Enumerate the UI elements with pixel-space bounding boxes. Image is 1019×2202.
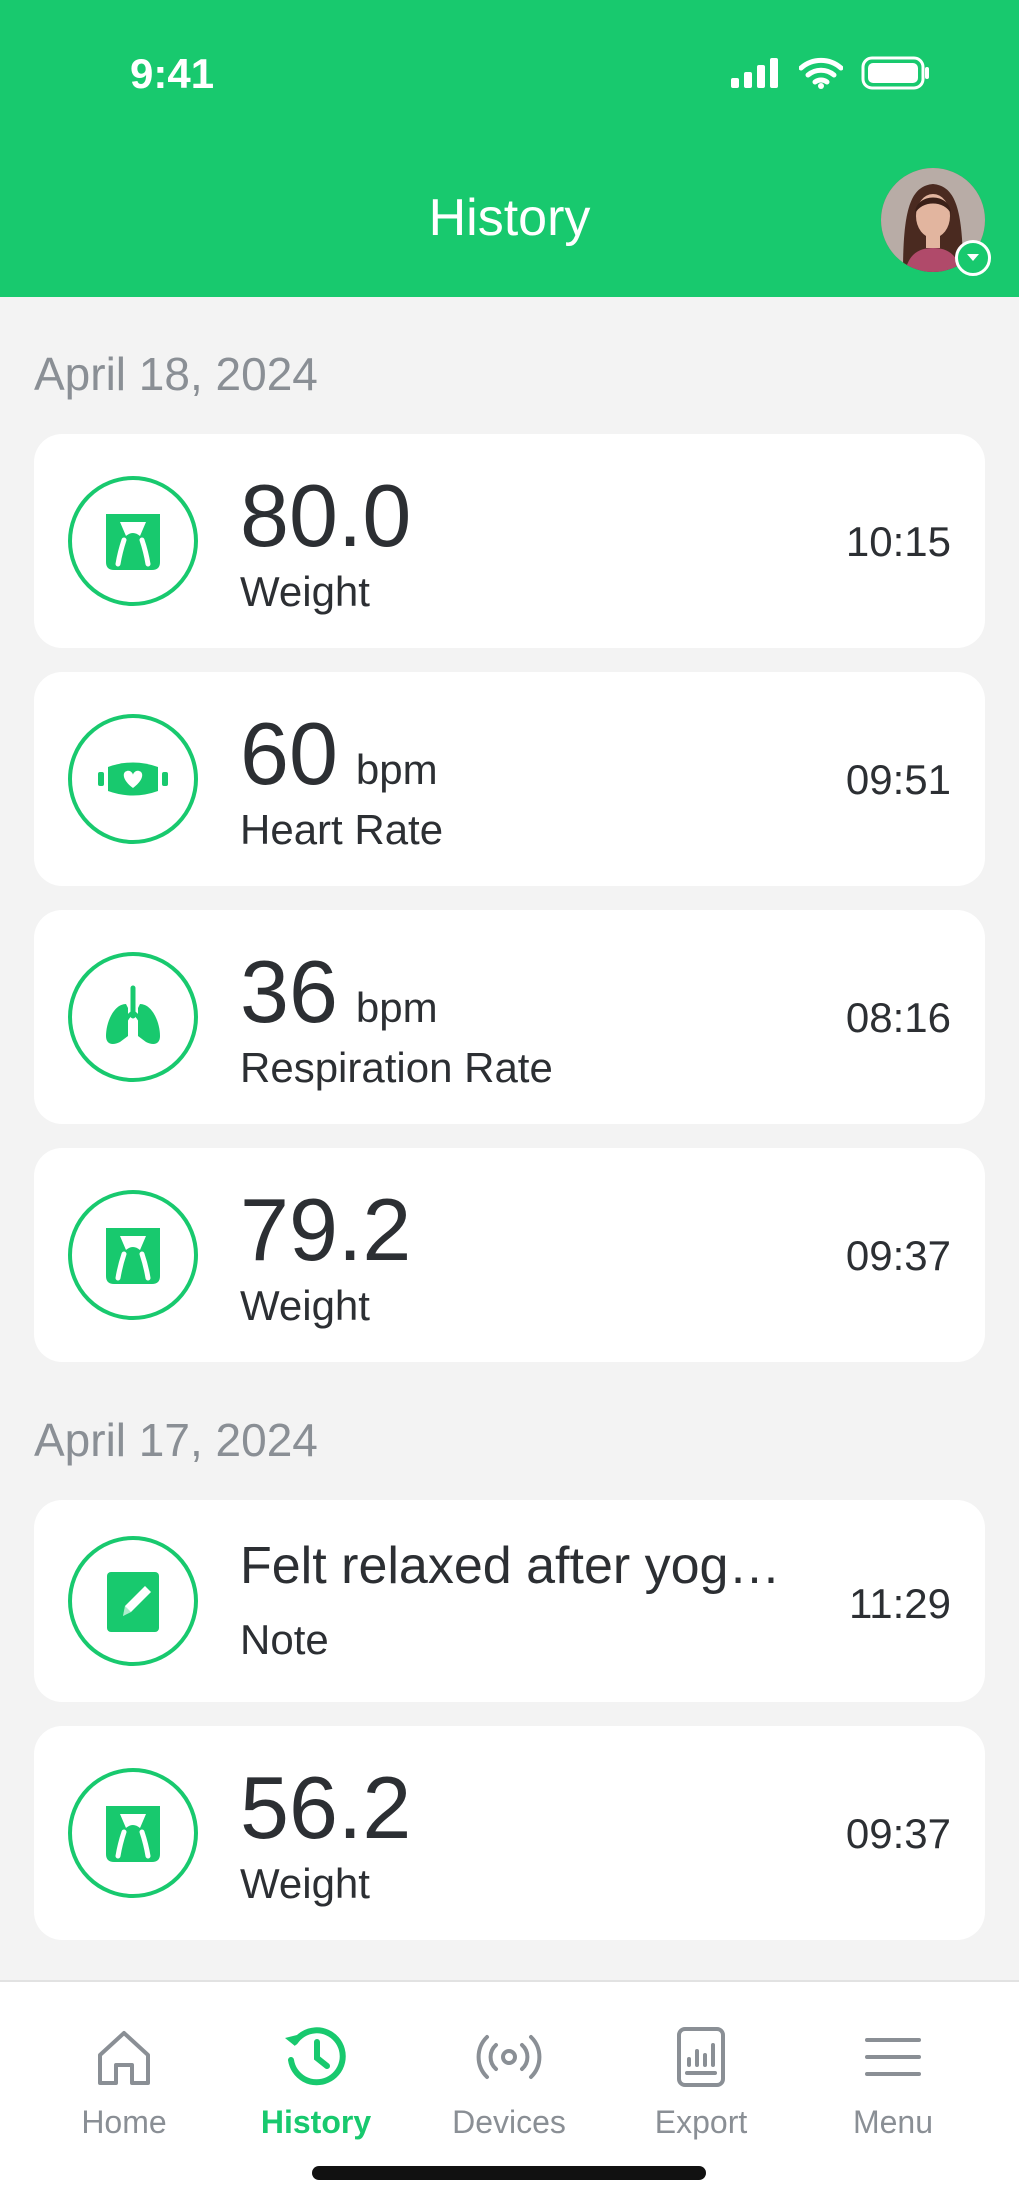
entry-label: Weight <box>240 568 370 615</box>
history-entry[interactable]: 79.2 Weight 09:37 <box>34 1148 985 1362</box>
entry-time: 11:29 <box>849 1580 951 1627</box>
chevron-down-icon <box>955 240 991 276</box>
home-indicator <box>312 2166 706 2180</box>
history-entry[interactable]: 56.2 Weight 09:37 <box>34 1726 985 1940</box>
signal-icon <box>731 58 778 88</box>
history-entry[interactable]: 36 bpm Respiration Rate 08:16 <box>34 910 985 1124</box>
history-entry[interactable]: Felt relaxed after yog… Note 11:29 <box>34 1500 985 1702</box>
entry-label: Heart Rate <box>240 806 444 853</box>
tab-label: Home <box>81 2104 167 2140</box>
status-icons <box>731 56 931 90</box>
entry-time: 09:37 <box>845 1810 951 1857</box>
entry-label: Weight <box>240 1282 370 1329</box>
entry-value: 36 bpm <box>240 942 438 1041</box>
entry-value: 60 bpm <box>240 704 438 803</box>
wifi-icon <box>799 57 843 89</box>
status-time: 9:41 <box>130 50 215 97</box>
tab-history[interactable]: History <box>226 2022 406 2141</box>
scale-icon <box>68 1768 198 1898</box>
tab-label: Devices <box>452 2104 566 2140</box>
entry-label: Note <box>240 1616 329 1663</box>
app-header: 9:41 History <box>0 0 1019 297</box>
tab-export[interactable]: Export <box>611 2022 791 2141</box>
avatar[interactable] <box>881 168 991 276</box>
tab-label: Export <box>654 2104 748 2140</box>
section-date: April 18, 2024 <box>34 348 318 400</box>
note-icon <box>68 1536 198 1666</box>
history-entry[interactable]: 60 bpm Heart Rate 09:51 <box>34 672 985 886</box>
entry-value: 79.2 <box>240 1180 412 1279</box>
history-icon <box>226 2022 406 2092</box>
entry-time: 08:16 <box>845 994 951 1041</box>
entry-time: 09:37 <box>845 1232 951 1279</box>
scale-icon <box>68 1190 198 1320</box>
entry-value: 80.0 <box>240 466 412 565</box>
tab-home[interactable]: Home <box>34 2022 214 2141</box>
tab-label: History <box>260 2104 372 2140</box>
section-date: April 17, 2024 <box>34 1414 318 1466</box>
devices-icon <box>419 2022 599 2092</box>
page-title: History <box>428 189 591 247</box>
tab-devices[interactable]: Devices <box>419 2022 599 2141</box>
lungs-icon <box>68 952 198 1082</box>
battery-icon <box>861 56 929 90</box>
scale-icon <box>68 476 198 606</box>
entry-time: 10:15 <box>845 518 951 565</box>
entry-label: Weight <box>240 1860 370 1907</box>
entry-time: 09:51 <box>845 756 951 803</box>
history-list[interactable]: April 18, 2024 80.0 Weight 10:15 60 bpm H… <box>0 297 1019 1980</box>
tab-label: Menu <box>852 2104 934 2140</box>
export-icon <box>611 2022 791 2092</box>
tab-menu[interactable]: Menu <box>803 2022 983 2141</box>
home-icon <box>34 2022 214 2092</box>
note-text: Felt relaxed after yog… <box>240 1537 781 1595</box>
menu-icon <box>803 2022 983 2092</box>
heart-rate-icon <box>68 714 198 844</box>
history-entry[interactable]: 80.0 Weight 10:15 <box>34 434 985 648</box>
entry-label: Respiration Rate <box>240 1044 553 1091</box>
entry-value: 56.2 <box>240 1758 412 1857</box>
